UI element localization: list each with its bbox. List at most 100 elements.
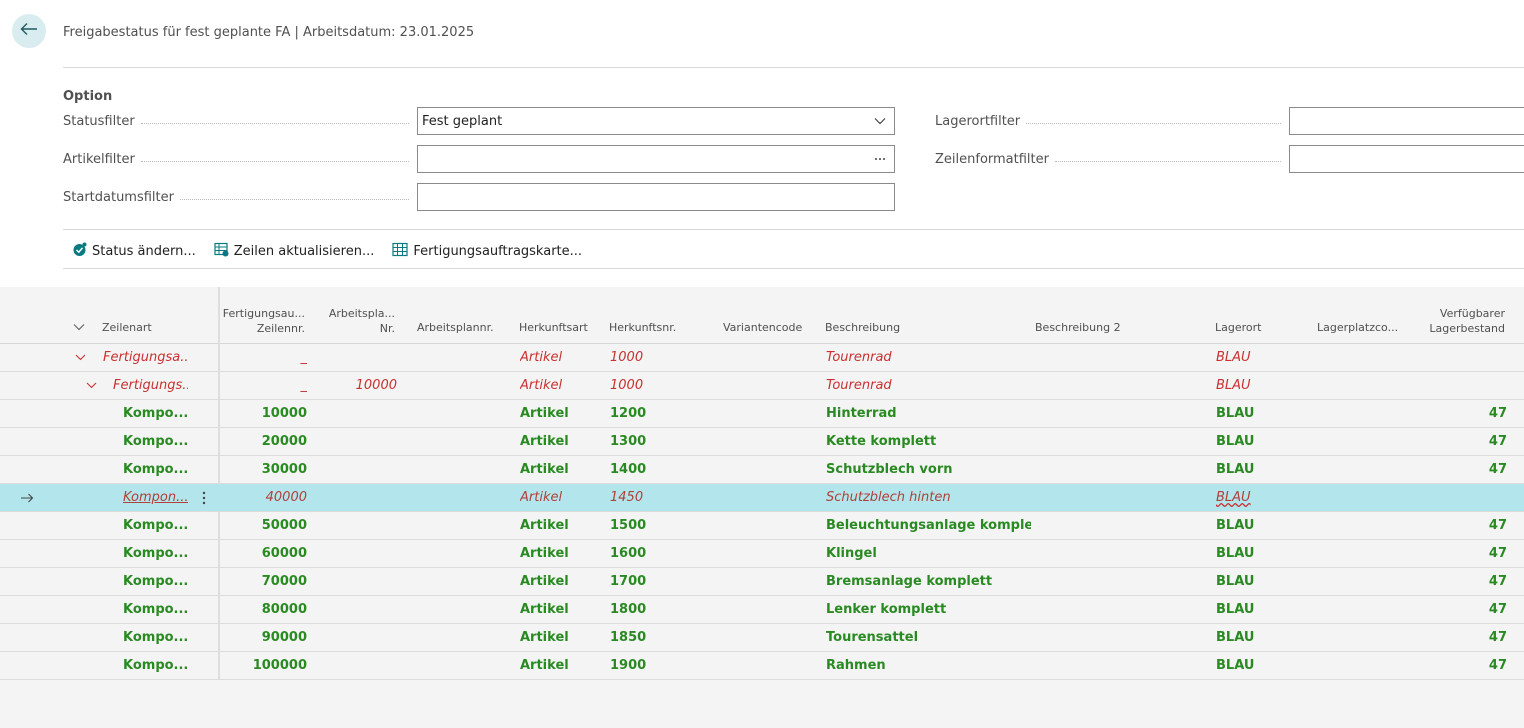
cell-arbeitsplan-nr [315,624,397,651]
cell-zeilenart[interactable]: Kompo... [123,624,188,651]
col-variantencode[interactable]: Variantencode [723,321,802,335]
cell-zeilenart[interactable]: Kompo... [123,456,188,483]
cell-lagerort: BLAU [1216,378,1251,393]
col-arbeitsplannr[interactable]: Arbeitsplannr. [417,321,494,335]
collapse-chevron-icon[interactable] [75,344,86,371]
col-verfuegbar-line1[interactable]: Verfügbarer [1405,307,1505,321]
table-row[interactable]: Kompo... 10000 Artikel 1200 Hinterrad BLAU 47 [0,400,1524,428]
cell-beschreibung: Beleuchtungsanlage komplett [826,518,1031,533]
cell-verfuegbar: 47 [1488,518,1507,533]
cell-arbeitsplan-nr [315,568,397,595]
collapse-all-icon[interactable] [73,321,85,335]
cell-zeilennr: 80000 [261,602,307,617]
cell-zeilenart[interactable]: Kompo... [123,596,188,623]
zeilen-aktualisieren-button[interactable]: Zeilen aktualisieren... [214,242,374,261]
cell-herkunftsnr: 1200 [610,406,647,421]
col-herkunftsart[interactable]: Herkunftsart [519,321,588,335]
cell-herkunftsart: Artikel [520,462,569,477]
cell-herkunftsart: Artikel [520,574,569,589]
fertigungsauftragskarte-button[interactable]: Fertigungsauftragskarte... [392,242,582,261]
zeilenformat-filter-input[interactable] [1289,145,1524,173]
lines-grid: Zeilenart Fertigungsau... Zeilennr. Arbe… [0,287,1524,728]
table-row[interactable]: Fertigungsa... _ Artikel 1000 Tourenrad BLAU [0,344,1524,372]
cell-zeilennr: 20000 [261,434,307,449]
kebab-menu-icon[interactable] [197,484,211,511]
cell-zeilenart[interactable]: Kompo... [123,540,188,567]
cell-herkunftsnr: 1450 [610,490,644,505]
cell-zeilenart[interactable]: Kompo... [123,652,188,679]
lagerort-filter-input[interactable] [1289,107,1524,135]
cell-beschreibung: Schutzblech vorn [826,462,953,477]
cell-verfuegbar: 47 [1488,602,1507,617]
status-filter-select[interactable]: Fest geplant [417,107,895,135]
cell-arbeitsplan-nr [315,344,397,371]
cell-herkunftsart: Artikel [520,518,569,533]
status-aendern-button[interactable]: Status ändern... [72,242,196,261]
cell-arbeitsplan-nr [315,484,397,511]
cell-herkunftsnr: 1000 [610,350,644,365]
title-divider [63,67,1524,68]
cell-zeilennr: _ [300,350,308,365]
options-divider [63,229,1524,230]
col-beschreibung[interactable]: Beschreibung [825,321,900,335]
table-row[interactable]: Kompo... 100000 Artikel 1900 Rahmen BLAU 47 [0,652,1524,680]
cell-lagerort: BLAU [1216,518,1255,533]
cell-arbeitsplan-nr [315,652,397,679]
table-row[interactable]: Kompo... 80000 Artikel 1800 Lenker komplett B… [0,596,1524,624]
cell-zeilenart[interactable]: Kompon... [123,484,188,511]
startdatum-filter-input[interactable] [417,183,895,211]
cell-herkunftsart: Artikel [520,658,569,673]
cell-verfuegbar: 47 [1488,574,1507,589]
cell-zeilennr: 60000 [261,546,307,561]
cell-herkunftsnr: 1600 [610,546,647,561]
table-row[interactable]: Kompon... 40000 Artikel 1450 Schutzblech hin… [0,484,1524,512]
col-verfuegbar-line2[interactable]: Lagerbestand [1405,322,1505,336]
cell-zeilenart[interactable]: Kompo... [123,428,188,455]
grid-header: Zeilenart Fertigungsau... Zeilennr. Arbe… [0,287,1524,344]
table-row[interactable]: Fertigungs... _ 10000 Artikel 1000 Tourenrad B… [0,372,1524,400]
col-herkunftsnr[interactable]: Herkunftsnr. [609,321,676,335]
lagerort-filter-label: Lagerortfilter [935,107,1287,135]
cell-lagerort: BLAU [1216,462,1255,477]
table-row[interactable]: Kompo... 70000 Artikel 1700 Bremsanlage komp… [0,568,1524,596]
cell-zeilenart[interactable]: Fertigungs... [113,372,188,399]
cell-beschreibung: Schutzblech hinten [826,490,951,505]
cell-herkunftsnr: 1800 [610,602,647,617]
table-row[interactable]: Kompo... 60000 Artikel 1600 Klingel BLAU 47 [0,540,1524,568]
cell-arbeitsplan-nr [315,400,397,427]
chevron-down-icon[interactable] [870,117,890,125]
col-fa-zeilennr-line2[interactable]: Zeilennr. [222,322,305,336]
cell-arbeitsplan-nr [315,456,397,483]
cell-lagerort: BLAU [1216,602,1255,617]
cell-herkunftsart: Artikel [520,630,569,645]
cell-zeilennr: 10000 [261,406,307,421]
back-button[interactable] [12,14,46,48]
table-row[interactable]: Kompo... 30000 Artikel 1400 Schutzblech vorn… [0,456,1524,484]
artikel-filter-input[interactable] [417,145,895,173]
col-arbeitsplan-nr-line1[interactable]: Arbeitspla... [315,307,395,321]
table-row[interactable]: Kompo... 50000 Artikel 1500 Beleuchtungsanla… [0,512,1524,540]
cell-herkunftsart: Artikel [520,490,563,505]
actions-divider [63,268,1524,269]
cell-zeilenart[interactable]: Kompo... [123,568,188,595]
col-lagerplatzcode[interactable]: Lagerplatzco... [1317,321,1398,335]
col-beschreibung2[interactable]: Beschreibung 2 [1035,321,1121,335]
cell-zeilenart[interactable]: Fertigungsa... [103,344,188,371]
cell-zeilenart[interactable]: Kompo... [123,400,188,427]
table-row[interactable]: Kompo... 90000 Artikel 1850 Tourensattel BLAU… [0,624,1524,652]
cell-zeilennr: 90000 [261,630,307,645]
cell-beschreibung: Tourensattel [826,630,919,645]
cell-herkunftsnr: 1500 [610,518,647,533]
cell-herkunftsart: Artikel [520,434,569,449]
col-fa-zeilennr-line1[interactable]: Fertigungsau... [222,307,305,321]
cell-beschreibung: Tourenrad [826,350,892,365]
cell-verfuegbar: 47 [1488,462,1507,477]
ellipsis-icon[interactable] [870,157,890,161]
table-row[interactable]: Kompo... 20000 Artikel 1300 Kette komplett BL… [0,428,1524,456]
col-zeilenart[interactable]: Zeilenart [102,321,152,335]
col-lagerort[interactable]: Lagerort [1215,321,1261,335]
col-arbeitsplan-nr-line2[interactable]: Nr. [315,322,395,336]
cell-zeilenart[interactable]: Kompo... [123,512,188,539]
cell-zeilennr: _ [300,378,308,393]
collapse-chevron-icon[interactable] [86,372,97,399]
